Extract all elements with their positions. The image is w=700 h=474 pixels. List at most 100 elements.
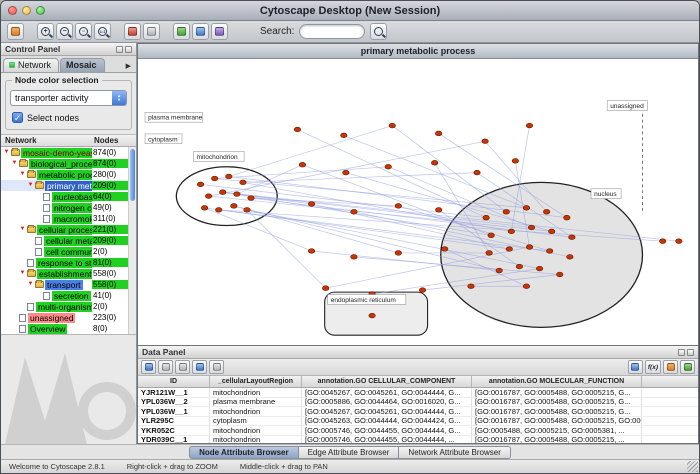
zoom-in-button[interactable]: +	[37, 23, 54, 40]
float-data-panel-icon[interactable]	[678, 349, 685, 356]
expander-icon[interactable]: ▼	[19, 270, 26, 277]
network-view-title[interactable]: primary metabolic process	[138, 44, 698, 59]
tree-row[interactable]: ▼metabolic process280(0)	[1, 169, 128, 180]
network-node[interactable]	[369, 313, 375, 318]
network-node[interactable]	[536, 266, 542, 271]
search-input[interactable]	[299, 24, 365, 39]
network-node[interactable]	[546, 249, 552, 254]
network-node[interactable]	[343, 170, 349, 175]
network-node[interactable]	[503, 209, 509, 214]
tab-node-attribute-browser[interactable]: Node Attribute Browser	[189, 446, 299, 459]
network-node[interactable]	[234, 192, 240, 197]
network-node[interactable]	[523, 206, 529, 211]
expander-icon[interactable]: ▼	[27, 281, 34, 288]
tree-row[interactable]: ▼cellular process221(0)	[1, 224, 128, 235]
show-all-button[interactable]	[143, 23, 160, 40]
network-node[interactable]	[248, 196, 254, 201]
network-node[interactable]	[557, 272, 563, 277]
tab-scroll-right-icon[interactable]: ▶	[126, 62, 134, 72]
tree-scrollbar-thumb[interactable]	[130, 149, 135, 201]
network-node[interactable]	[486, 251, 492, 256]
network-node[interactable]	[512, 159, 518, 164]
network-node[interactable]	[201, 206, 207, 211]
network-node[interactable]	[508, 229, 514, 234]
tree-row[interactable]: ▼mosaic-demo-yeast874(0)	[1, 147, 128, 158]
network-node[interactable]	[341, 133, 347, 138]
network-node[interactable]	[308, 249, 314, 254]
network-node[interactable]	[294, 127, 300, 132]
network-node[interactable]	[226, 174, 232, 179]
tree-row[interactable]: ▼primary metab209(0)	[1, 180, 128, 191]
create-attribute-button[interactable]	[158, 360, 173, 374]
network-node[interactable]	[351, 209, 357, 214]
network-node[interactable]	[244, 207, 250, 212]
network-node[interactable]	[567, 254, 573, 259]
network-node[interactable]	[483, 215, 489, 220]
tree-header-nodes[interactable]: Nodes	[94, 136, 132, 145]
network-node[interactable]	[506, 247, 512, 252]
network-node[interactable]	[395, 251, 401, 256]
tree-scrollbar[interactable]	[128, 147, 136, 334]
tree-row[interactable]: ▼biological_process874(0)	[1, 158, 128, 169]
expander-icon[interactable]: ▼	[19, 171, 26, 178]
network-canvas[interactable]: plasma membranecytoplasmmitochondrionnuc…	[138, 59, 698, 345]
tree-row[interactable]: cell communicat2(0)	[1, 246, 128, 257]
network-node[interactable]	[220, 190, 226, 195]
table-header-cell[interactable]: _cellularLayoutRegion	[210, 376, 302, 387]
table-row[interactable]: YPL036W__2plasma membrane[GO:0005886, GO…	[138, 398, 698, 408]
network-node[interactable]	[523, 284, 529, 289]
network-node[interactable]	[676, 239, 682, 244]
expander-icon[interactable]: ▼	[19, 226, 26, 233]
network-canvas-svg[interactable]: plasma membranecytoplasmmitochondrionnuc…	[138, 59, 698, 345]
matrix-button[interactable]	[628, 360, 643, 374]
zoom-out-button[interactable]: −	[56, 23, 73, 40]
network-node[interactable]	[543, 209, 549, 214]
tree-row[interactable]: ▼establishment of lo558(0)	[1, 268, 128, 279]
zoom-fit-button[interactable]: 1:1	[94, 23, 111, 40]
network-node[interactable]	[528, 225, 534, 230]
close-panel-icon[interactable]	[125, 46, 132, 53]
resize-grip[interactable]	[687, 461, 698, 472]
network-node[interactable]	[351, 254, 357, 259]
network-node[interactable]	[659, 239, 665, 244]
select-nodes-checkbox[interactable]: ✓	[12, 112, 23, 123]
tree-row[interactable]: secretion41(0)	[1, 290, 128, 301]
network-node[interactable]	[322, 286, 328, 291]
tree-header-network[interactable]: Network	[5, 136, 94, 145]
network-overview-button[interactable]	[192, 23, 209, 40]
table-row[interactable]: YPL036W__1mitochondrion[GO:0045267, GO:0…	[138, 407, 698, 417]
load-attributes-button[interactable]	[680, 360, 695, 374]
network-node[interactable]	[526, 245, 532, 250]
vizmapper-button[interactable]	[211, 23, 228, 40]
network-node[interactable]	[468, 284, 474, 289]
close-data-panel-icon[interactable]	[687, 349, 694, 356]
table-row[interactable]: YDR039C__1mitochondrion[GO:0005746, GO:0…	[138, 436, 698, 444]
function-builder-button[interactable]: f(x)	[645, 360, 661, 374]
edit-attribute-button[interactable]	[192, 360, 207, 374]
tab-network-attribute-browser[interactable]: Network Attribute Browser	[399, 446, 510, 459]
expander-icon[interactable]: ▼	[27, 182, 34, 189]
tab-edge-attribute-browser[interactable]: Edge Attribute Browser	[299, 446, 400, 459]
tree-row[interactable]: response to stimul81(0)	[1, 257, 128, 268]
network-node[interactable]	[496, 268, 502, 273]
network-node[interactable]	[482, 139, 488, 144]
tree-row[interactable]: cellular metabo209(0)	[1, 235, 128, 246]
tree-row[interactable]: unassigned223(0)	[1, 312, 128, 323]
select-attributes-button[interactable]	[141, 360, 156, 374]
import-attributes-button[interactable]	[663, 360, 678, 374]
network-node[interactable]	[474, 170, 480, 175]
network-node[interactable]	[205, 194, 211, 199]
expander-icon[interactable]: ▼	[3, 149, 10, 156]
network-node[interactable]	[442, 247, 448, 252]
network-node[interactable]	[526, 123, 532, 128]
tab-mosaic[interactable]: Mosaic	[60, 58, 105, 72]
network-node[interactable]	[431, 160, 437, 165]
tree-row[interactable]: ▼transport558(0)	[1, 279, 128, 290]
tree-row[interactable]: Overview8(0)	[1, 323, 128, 334]
network-node[interactable]	[488, 233, 494, 238]
network-node[interactable]	[240, 180, 246, 185]
tree-row[interactable]: nitrogen compo49(0)	[1, 202, 128, 213]
network-node[interactable]	[548, 229, 554, 234]
network-node[interactable]	[395, 204, 401, 209]
tree-row[interactable]: macromolecule311(0)	[1, 213, 128, 224]
